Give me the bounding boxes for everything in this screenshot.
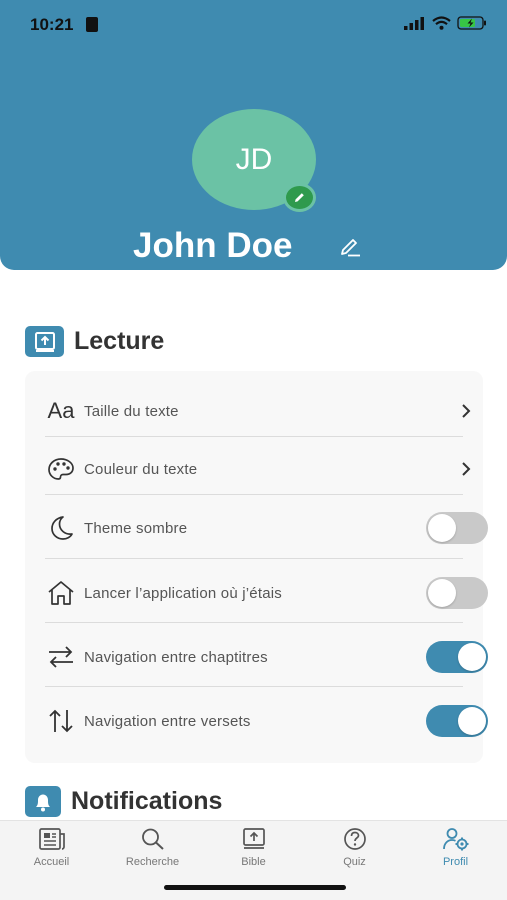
tab-bible[interactable]: Bible: [203, 827, 304, 868]
battery-charging-icon: [457, 16, 486, 30]
tab-label: Accueil: [33, 856, 70, 868]
user-name: John Doe: [133, 226, 293, 265]
section-notifications-header: Notifications: [25, 786, 222, 817]
swap-vertical-icon: [49, 709, 73, 733]
profile-gear-icon: [442, 828, 468, 851]
divider: [45, 494, 463, 495]
tab-label: Recherche: [125, 856, 180, 868]
divider: [45, 686, 463, 687]
wifi-icon: [432, 16, 451, 30]
divider: [45, 622, 463, 623]
section-title-lecture: Lecture: [74, 327, 165, 355]
setting-label: Couleur du texte: [84, 460, 198, 478]
question-icon: [343, 828, 366, 850]
bell-icon: [25, 786, 61, 817]
setting-label: Navigation entre versets: [84, 712, 251, 730]
status-icons: [404, 16, 487, 30]
newspaper-icon: [38, 828, 65, 850]
book-upload-icon: [25, 326, 64, 357]
contact-card-icon: [86, 17, 98, 32]
chevron-right-icon: [462, 462, 471, 476]
tab-recherche[interactable]: Recherche: [102, 827, 203, 868]
tab-profil[interactable]: Profil: [405, 827, 506, 868]
section-title-notifications: Notifications: [71, 787, 223, 815]
edit-name-icon[interactable]: [338, 236, 362, 258]
avatar-initials: JD: [235, 142, 273, 176]
home-indicator: [164, 885, 346, 890]
tab-label: Profil: [442, 856, 469, 868]
text-size-icon: Aa: [47, 398, 75, 423]
swap-horizontal-icon: [49, 646, 73, 668]
status-time: 10:21: [30, 15, 74, 34]
setting-row-resume-app: Lancer l’application où j’étais: [45, 563, 488, 623]
setting-row-chapter-navigation: Navigation entre chaptitres: [45, 627, 488, 687]
cellular-signal-icon: [404, 16, 424, 30]
book-icon: [242, 828, 265, 849]
tab-quiz[interactable]: Quiz: [304, 827, 405, 868]
pencil-icon: [295, 193, 304, 202]
tab-label: Quiz: [343, 856, 366, 868]
verse-navigation-toggle[interactable]: [426, 705, 488, 737]
chevron-right-icon: [462, 404, 471, 418]
dark-theme-toggle[interactable]: [426, 512, 488, 544]
divider: [45, 558, 463, 559]
setting-label: Theme sombre: [84, 519, 188, 537]
resume-app-toggle[interactable]: [426, 577, 488, 609]
setting-row-text-size[interactable]: Aa Taille du texte: [45, 381, 487, 441]
setting-row-verse-navigation: Navigation entre versets: [45, 691, 488, 751]
setting-row-dark-theme: Theme sombre: [45, 498, 488, 558]
setting-label: Navigation entre chaptitres: [84, 648, 268, 666]
divider: [45, 436, 463, 437]
status-bar: 10:21: [0, 0, 507, 50]
section-lecture-header: Lecture: [25, 326, 164, 357]
setting-label: Taille du texte: [84, 402, 179, 420]
chapter-navigation-toggle[interactable]: [426, 641, 488, 673]
tab-accueil[interactable]: Accueil: [1, 827, 102, 868]
avatar-edit-button[interactable]: [283, 183, 316, 212]
house-icon: [48, 581, 74, 605]
setting-label: Lancer l’application où j’étais: [84, 584, 282, 602]
search-icon: [141, 828, 164, 850]
tab-label: Bible: [241, 856, 266, 868]
setting-row-text-color[interactable]: Couleur du texte: [45, 439, 487, 499]
palette-icon: [48, 458, 74, 480]
moon-icon: [51, 516, 73, 540]
